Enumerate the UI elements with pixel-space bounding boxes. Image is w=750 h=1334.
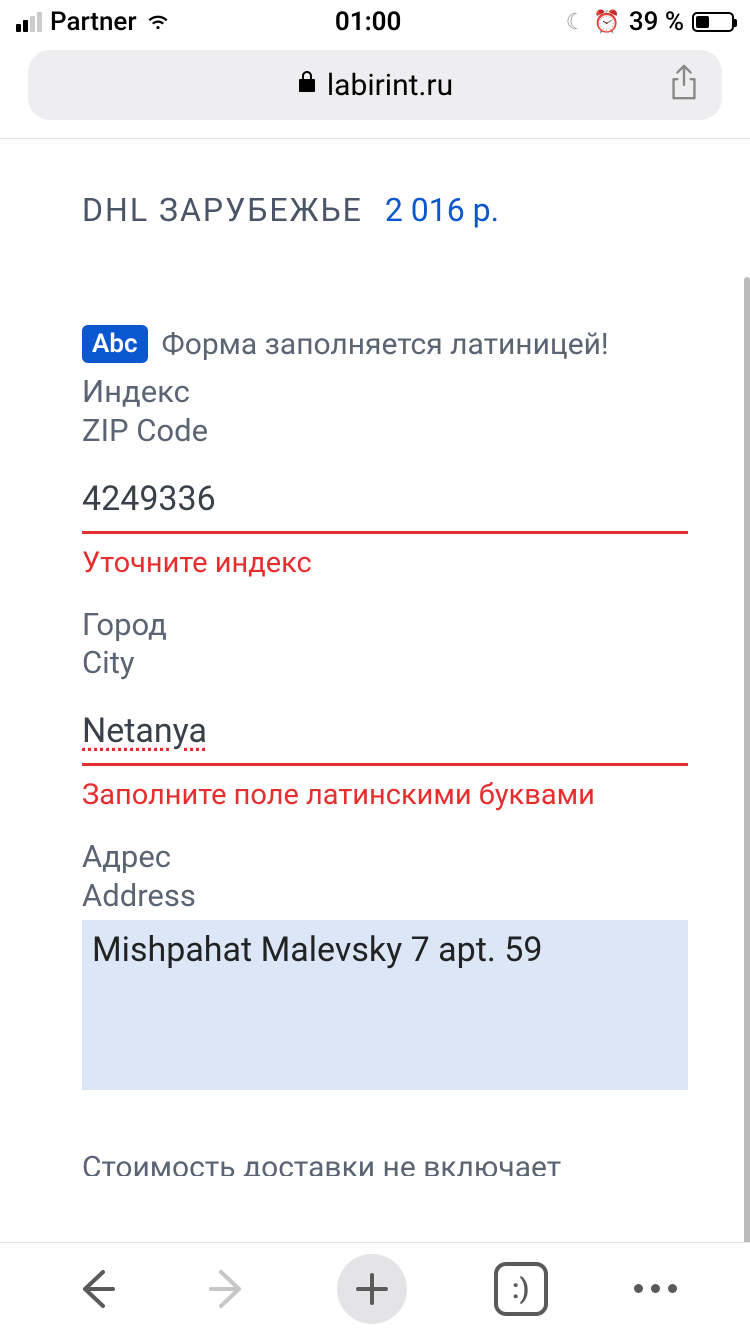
status-right: ☾ ⏰ 39 % bbox=[566, 7, 734, 37]
moon-icon: ☾ bbox=[566, 10, 586, 35]
battery-icon bbox=[692, 12, 734, 32]
city-label: Город City bbox=[82, 606, 688, 684]
city-error: Заполните поле латинскими буквами bbox=[82, 778, 688, 812]
status-bar: Partner 01:00 ☾ ⏰ 39 % bbox=[0, 0, 750, 44]
scroll-indicator[interactable] bbox=[744, 277, 750, 1277]
city-label-en: City bbox=[82, 644, 688, 683]
url-domain: labirint.ru bbox=[327, 68, 453, 103]
url-text: labirint.ru bbox=[297, 68, 453, 103]
address-field-group: Адрес Address bbox=[82, 838, 750, 916]
address-textarea[interactable] bbox=[82, 920, 688, 1090]
forward-button[interactable] bbox=[205, 1266, 251, 1312]
lock-icon bbox=[297, 70, 317, 100]
back-button[interactable] bbox=[73, 1266, 119, 1312]
address-label-en: Address bbox=[82, 877, 688, 916]
address-label-ru: Адрес bbox=[82, 838, 688, 877]
tabs-indicator: :) bbox=[512, 1272, 529, 1305]
latin-notice: Abc Форма заполняется латиницей! bbox=[82, 325, 750, 363]
battery-percent: 39 % bbox=[629, 7, 684, 37]
alarm-icon: ⏰ bbox=[593, 10, 620, 35]
shipping-method-row[interactable]: DHL ЗАРУБЕЖЬЕ 2 016 р. bbox=[82, 191, 750, 229]
zip-field-group: Индекс ZIP Code Уточните индекс bbox=[82, 373, 750, 580]
delivery-cost-notice: Стоимость доставки не включает bbox=[82, 1150, 750, 1176]
city-label-ru: Город bbox=[82, 606, 688, 645]
zip-error: Уточните индекс bbox=[82, 546, 688, 580]
tabs-button[interactable]: :) bbox=[494, 1262, 548, 1316]
signal-icon bbox=[16, 12, 42, 32]
latin-notice-text: Форма заполняется латиницей! bbox=[162, 327, 609, 362]
share-icon[interactable] bbox=[668, 64, 700, 106]
browser-toolbar: :) bbox=[0, 1242, 750, 1334]
status-time: 01:00 bbox=[335, 7, 402, 37]
status-left: Partner bbox=[16, 7, 171, 37]
url-bar[interactable]: labirint.ru bbox=[28, 50, 722, 120]
zip-label-ru: Индекс bbox=[82, 373, 688, 412]
url-bar-container: labirint.ru bbox=[0, 44, 750, 126]
menu-button[interactable] bbox=[634, 1284, 677, 1293]
zip-label: Индекс ZIP Code bbox=[82, 373, 688, 451]
new-tab-button[interactable] bbox=[337, 1254, 407, 1324]
wifi-icon bbox=[145, 7, 171, 37]
city-field-group: Город City Заполните поле латинскими бук… bbox=[82, 606, 750, 813]
zip-label-en: ZIP Code bbox=[82, 412, 688, 451]
shipping-method-price: 2 016 р. bbox=[385, 191, 499, 229]
zip-input[interactable] bbox=[82, 471, 688, 534]
carrier-label: Partner bbox=[50, 7, 137, 37]
menu-dots-icon bbox=[634, 1284, 677, 1293]
abc-badge: Abc bbox=[82, 325, 148, 363]
shipping-method-name: DHL ЗАРУБЕЖЬЕ bbox=[82, 191, 363, 229]
page-content: DHL ЗАРУБЕЖЬЕ 2 016 р. Abc Форма заполня… bbox=[0, 139, 750, 1176]
city-input[interactable] bbox=[82, 703, 688, 766]
address-label: Адрес Address bbox=[82, 838, 688, 916]
